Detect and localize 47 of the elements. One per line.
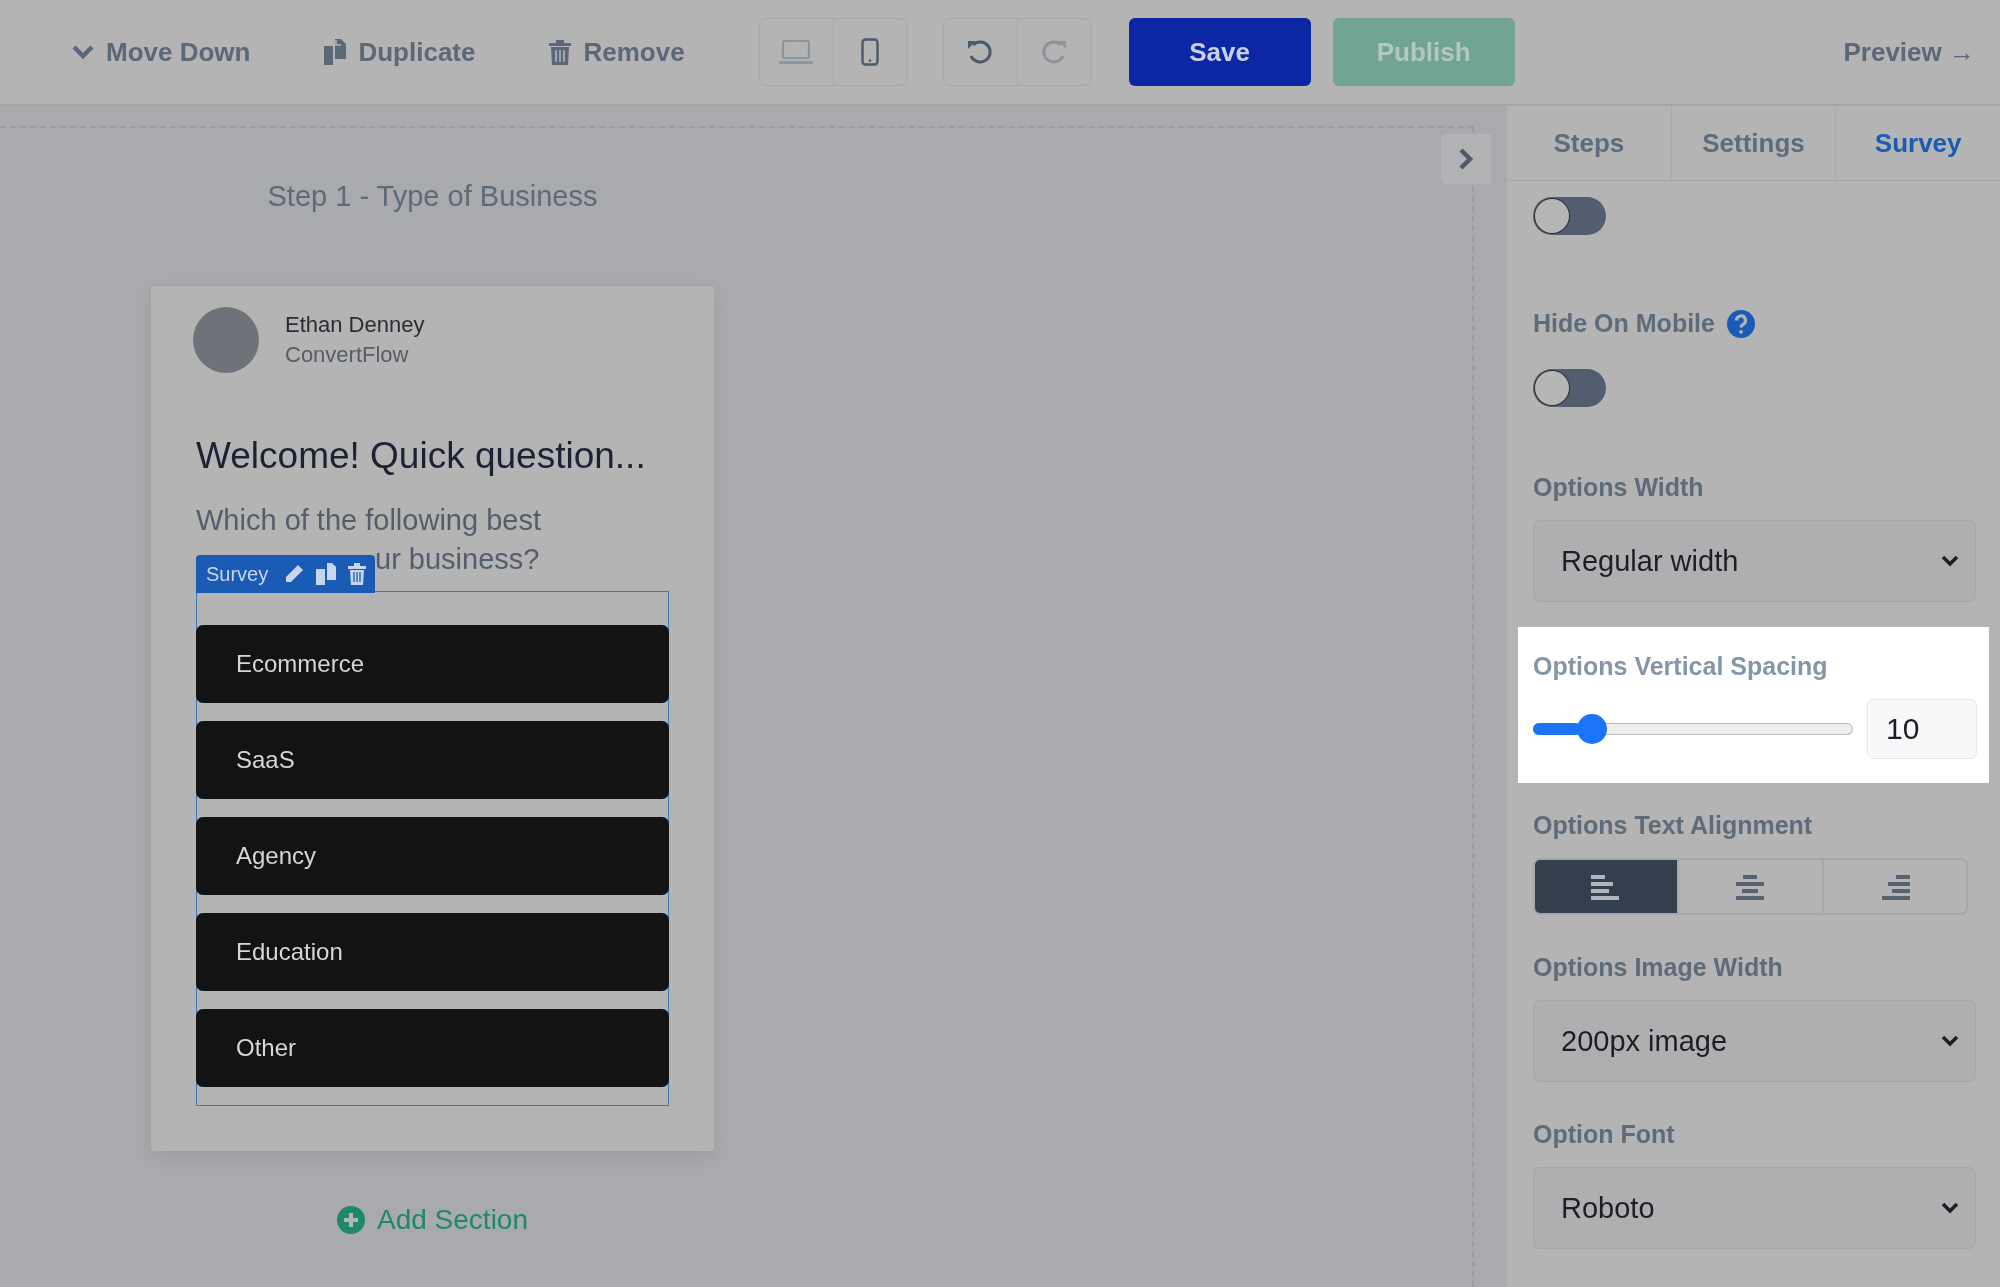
chevron-down-icon (72, 44, 94, 60)
select-field[interactable]: Regular width (1533, 520, 1976, 602)
step-title: Step 1 - Type of Business (267, 180, 598, 213)
option-button[interactable]: Ecommerce (196, 625, 669, 703)
setting-label: Options Text Alignment (1533, 811, 1813, 840)
trash-icon (549, 39, 572, 65)
redo-icon (1040, 39, 1067, 65)
question-text: ur business? (375, 543, 540, 576)
question-text: Which of the following best (196, 504, 542, 537)
block-label: Survey (206, 562, 269, 586)
number-input[interactable]: 10 (1867, 699, 1977, 759)
copy-icon (324, 39, 347, 65)
setting-label: Options Image Width (1533, 953, 1783, 982)
option-button[interactable]: SaaS (196, 721, 669, 799)
collapse-button[interactable] (1441, 134, 1491, 184)
copy-icon[interactable] (316, 563, 337, 585)
setting-label: Hide On Mobile (1533, 309, 1715, 338)
chevron-right-icon (1458, 148, 1474, 170)
author-company: ConvertFlow (285, 342, 410, 368)
card-heading: Welcome! Quick question... (196, 435, 647, 477)
select-field[interactable]: Roboto (1533, 1167, 1976, 1249)
chevron-down-icon (1941, 1035, 1959, 1047)
option-button[interactable]: Other (196, 1009, 669, 1087)
slider-thumb[interactable] (1576, 714, 1607, 744)
align-right-icon (1879, 873, 1910, 900)
toggle-switch[interactable] (1533, 197, 1606, 235)
chevron-down-icon (1941, 555, 1959, 567)
setting-label: Option Font (1533, 1120, 1675, 1149)
plus-circle-icon (337, 1206, 365, 1234)
select-field[interactable]: 200px image (1533, 1000, 1976, 1082)
chevron-down-icon (1941, 1202, 1959, 1214)
phone-icon (860, 38, 879, 66)
author-name: Ethan Denney (285, 312, 425, 338)
toggle-switch[interactable] (1533, 369, 1606, 407)
pencil-icon[interactable] (284, 564, 305, 584)
help-icon[interactable] (1726, 309, 1755, 338)
option-button[interactable]: Agency (196, 817, 669, 895)
undo-icon (967, 39, 994, 65)
align-center-icon (1735, 873, 1766, 900)
save-button[interactable]: Save (1128, 18, 1311, 86)
align-left-button[interactable] (1535, 860, 1678, 913)
align-left-icon (1591, 873, 1622, 900)
laptop-icon (779, 39, 814, 65)
option-button[interactable]: Education (196, 913, 669, 991)
trash-icon[interactable] (348, 563, 367, 585)
setting-label: Options Vertical Spacing (1533, 652, 1828, 681)
setting-label: Options Width (1533, 473, 1704, 502)
